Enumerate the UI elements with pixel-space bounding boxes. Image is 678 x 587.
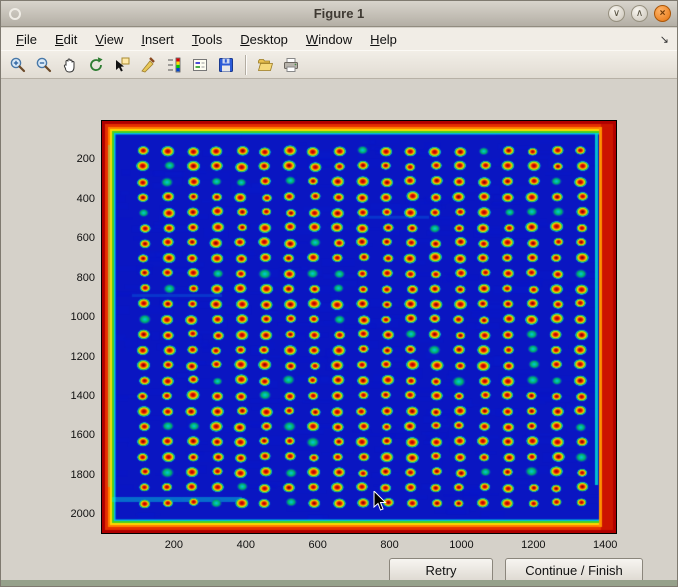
pan-hand-icon [61, 56, 79, 74]
open-file-button[interactable] [253, 53, 277, 77]
x-tick-label: 1000 [441, 539, 481, 551]
titlebar[interactable]: Figure 1 ∨ ∧ × [1, 1, 677, 27]
menu-file[interactable]: File [7, 30, 46, 49]
close-button[interactable]: × [654, 5, 671, 22]
pan-button[interactable] [58, 53, 82, 77]
insert-colorbar-icon [165, 56, 183, 74]
menu-overflow-arrow[interactable]: ↘ [660, 33, 677, 46]
menu-help[interactable]: Help [361, 30, 406, 49]
zoom-in-icon [9, 56, 27, 74]
x-tick-label: 400 [226, 539, 266, 551]
y-tick-label: 1400 [55, 390, 95, 402]
window-menu-icon[interactable] [9, 8, 21, 20]
y-tick-label: 200 [55, 153, 95, 165]
zoom-out-icon [35, 56, 53, 74]
figure-canvas-area: Retry Continue / Finish 2004006008001000… [1, 80, 677, 580]
menu-desktop[interactable]: Desktop [231, 30, 297, 49]
scan-image[interactable] [101, 120, 617, 534]
x-tick-label: 600 [298, 539, 338, 551]
menu-tools[interactable]: Tools [183, 30, 231, 49]
insert-legend-icon [191, 56, 209, 74]
rotate-3d-button[interactable] [84, 53, 108, 77]
save-figure-button[interactable] [214, 53, 238, 77]
toolbar [1, 50, 677, 79]
brush-icon [139, 56, 157, 74]
y-tick-label: 1600 [55, 429, 95, 441]
zoom-in-button[interactable] [6, 53, 30, 77]
zoom-out-button[interactable] [32, 53, 56, 77]
print-figure-button[interactable] [279, 53, 303, 77]
brush-button[interactable] [136, 53, 160, 77]
print-icon [282, 56, 300, 74]
desktop-panel-strip [1, 580, 677, 586]
window-title: Figure 1 [1, 6, 677, 21]
y-tick-label: 600 [55, 232, 95, 244]
x-tick-label: 800 [370, 539, 410, 551]
menu-insert[interactable]: Insert [132, 30, 183, 49]
insert-legend-button[interactable] [188, 53, 212, 77]
toolbar-separator [245, 55, 246, 75]
y-tick-label: 1000 [55, 311, 95, 323]
shade-button[interactable]: ∨ [608, 5, 625, 22]
y-tick-label: 2000 [55, 508, 95, 520]
menu-view[interactable]: View [86, 30, 132, 49]
maximize-button[interactable]: ∧ [631, 5, 648, 22]
y-tick-label: 1800 [55, 469, 95, 481]
menubar: File Edit View Insert Tools Desktop Wind… [1, 28, 677, 50]
window-controls: ∨ ∧ × [608, 5, 671, 22]
save-icon [217, 56, 235, 74]
x-tick-label: 200 [154, 539, 194, 551]
insert-colorbar-button[interactable] [162, 53, 186, 77]
rotate-3d-icon [87, 56, 105, 74]
y-tick-label: 400 [55, 193, 95, 205]
data-cursor-icon [113, 56, 131, 74]
menu-window[interactable]: Window [297, 30, 361, 49]
x-tick-label: 1200 [513, 539, 553, 551]
x-tick-label: 1400 [585, 539, 625, 551]
y-tick-label: 1200 [55, 351, 95, 363]
figure-window: Figure 1 ∨ ∧ × File Edit View Insert Too… [0, 0, 678, 587]
y-tick-label: 800 [55, 272, 95, 284]
data-cursor-button[interactable] [110, 53, 134, 77]
menu-edit[interactable]: Edit [46, 30, 86, 49]
open-folder-icon [256, 56, 274, 74]
